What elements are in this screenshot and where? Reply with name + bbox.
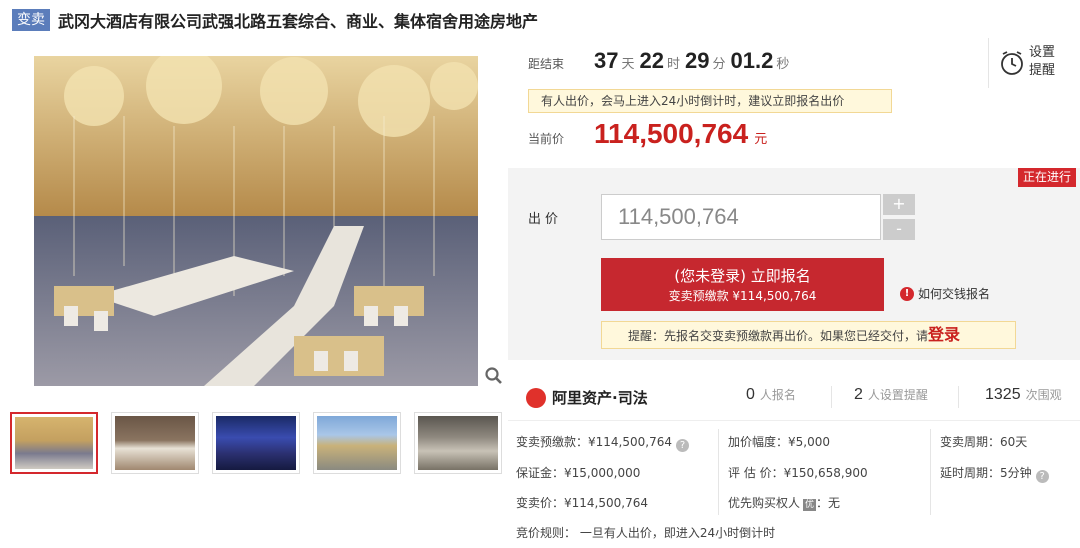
- countdown: 距结束 37 天 22 时 29 分 01.2 秒: [528, 48, 794, 74]
- divider: [958, 386, 959, 408]
- signup-main-label: (您未登录) 立即报名: [674, 267, 811, 285]
- bid-stepper: + -: [883, 194, 915, 240]
- countdown-label: 距结束: [528, 57, 565, 71]
- brand-name: 阿里资产·司法: [552, 389, 648, 407]
- sale-type-tag: 变卖: [12, 9, 50, 31]
- set-reminder-button[interactable]: 设置 提醒: [988, 38, 1068, 88]
- help-icon[interactable]: ?: [1035, 470, 1049, 483]
- countdown-minutes-unit: 分: [712, 57, 726, 72]
- thumbnail-4[interactable]: [313, 412, 401, 474]
- signup-sub-label: 变卖预缴款 ¥114,500,764: [668, 289, 817, 303]
- divider: [718, 429, 719, 515]
- title-row: 变卖 武冈大酒店有限公司武强北路五套综合、商业、集体宿舍用途房地产: [12, 8, 538, 32]
- sale-price-info: 变卖价：¥114,500,764: [516, 496, 648, 510]
- thumbnail-1[interactable]: [10, 412, 98, 474]
- bid-panel: 正在进行 出价 114,500,764 + - (您未登录) 立即报名 变卖预缴…: [508, 168, 1080, 360]
- ali-logo-icon: [526, 387, 546, 408]
- signup-button[interactable]: (您未登录) 立即报名 变卖预缴款 ¥114,500,764: [601, 258, 884, 311]
- countdown-days: 37: [594, 48, 619, 73]
- thumbnail-5[interactable]: [414, 412, 502, 474]
- brand: 阿里资产·司法: [526, 387, 648, 408]
- bid-label: 出价: [528, 212, 563, 227]
- priority-badge[interactable]: 优: [803, 499, 817, 511]
- countdown-minutes: 29: [685, 48, 710, 73]
- countdown-seconds: 01.2: [730, 48, 774, 73]
- bid-amount-input[interactable]: 114,500,764: [601, 194, 881, 240]
- stat-reminders: 2 人设置提醒: [854, 386, 928, 403]
- countdown-notice: 有人出价，会马上进入24小时倒计时，建议立即报名出价: [528, 89, 892, 113]
- thumbnail-3[interactable]: [212, 412, 300, 474]
- info-icon: !: [900, 286, 914, 301]
- increment-info: 加价幅度：¥5,000: [728, 435, 831, 449]
- divider: [930, 429, 931, 515]
- period-info: 变卖周期：60天: [940, 435, 1028, 449]
- appraisal-info: 评 估 价：¥150,658,900: [728, 466, 868, 480]
- current-price-label: 当前价: [528, 132, 565, 146]
- delay-info: 延时周期：5分钟?: [940, 464, 1049, 483]
- divider: [831, 386, 832, 408]
- current-price-unit: 元: [754, 132, 768, 147]
- tip-text: 提醒：先报名交变卖预缴款再出价。如果您已经交付，请: [628, 329, 929, 343]
- stat-signups: 0 人报名: [746, 386, 796, 403]
- banquet-hall-photo: [34, 56, 478, 386]
- page-title: 武冈大酒店有限公司武强北路五套综合、商业、集体宿舍用途房地产: [58, 12, 539, 31]
- auction-info-grid: 变卖预缴款：¥114,500,764? 保证金：¥15,000,000 变卖价：…: [508, 420, 1080, 520]
- countdown-hours-unit: 时: [667, 57, 681, 72]
- zoom-icon[interactable]: [484, 366, 504, 386]
- countdown-seconds-unit: 秒: [776, 57, 790, 72]
- status-badge: 正在进行: [1017, 168, 1076, 187]
- decrease-bid-button[interactable]: -: [883, 219, 915, 240]
- countdown-days-unit: 天: [621, 57, 635, 72]
- deposit-info: 变卖预缴款：¥114,500,764?: [516, 433, 689, 452]
- margin-info: 保证金：¥15,000,000: [516, 466, 641, 480]
- alarm-clock-icon: [1001, 51, 1023, 75]
- current-price-value: 114,500,764: [594, 118, 749, 149]
- current-price: 当前价 114,500,764 元: [528, 118, 767, 150]
- how-to-pay-link[interactable]: ! 如何交钱报名: [900, 285, 990, 302]
- stats-row: 阿里资产·司法 0 人报名 2 人设置提醒 1325 次围观: [508, 378, 1080, 416]
- login-tip: 提醒：先报名交变卖预缴款再出价。如果您已经交付，请登录: [601, 321, 1016, 349]
- thumbnail-2[interactable]: [111, 412, 199, 474]
- help-icon[interactable]: ?: [676, 439, 689, 452]
- reminder-label: 设置 提醒: [1029, 45, 1056, 78]
- countdown-hours: 22: [639, 48, 664, 73]
- priority-buyer-info: 优先购买权人优：无: [728, 496, 841, 511]
- login-link[interactable]: 登录: [928, 325, 960, 344]
- stat-views: 1325 次围观: [985, 386, 1062, 403]
- how-to-pay-label: 如何交钱报名: [918, 287, 991, 301]
- bidding-rule: 竞价规则： 一旦有人出价，即进入24小时倒计时: [516, 526, 776, 540]
- increase-bid-button[interactable]: +: [883, 194, 915, 215]
- thumbnail-strip: [10, 412, 515, 474]
- main-property-image[interactable]: [34, 56, 478, 386]
